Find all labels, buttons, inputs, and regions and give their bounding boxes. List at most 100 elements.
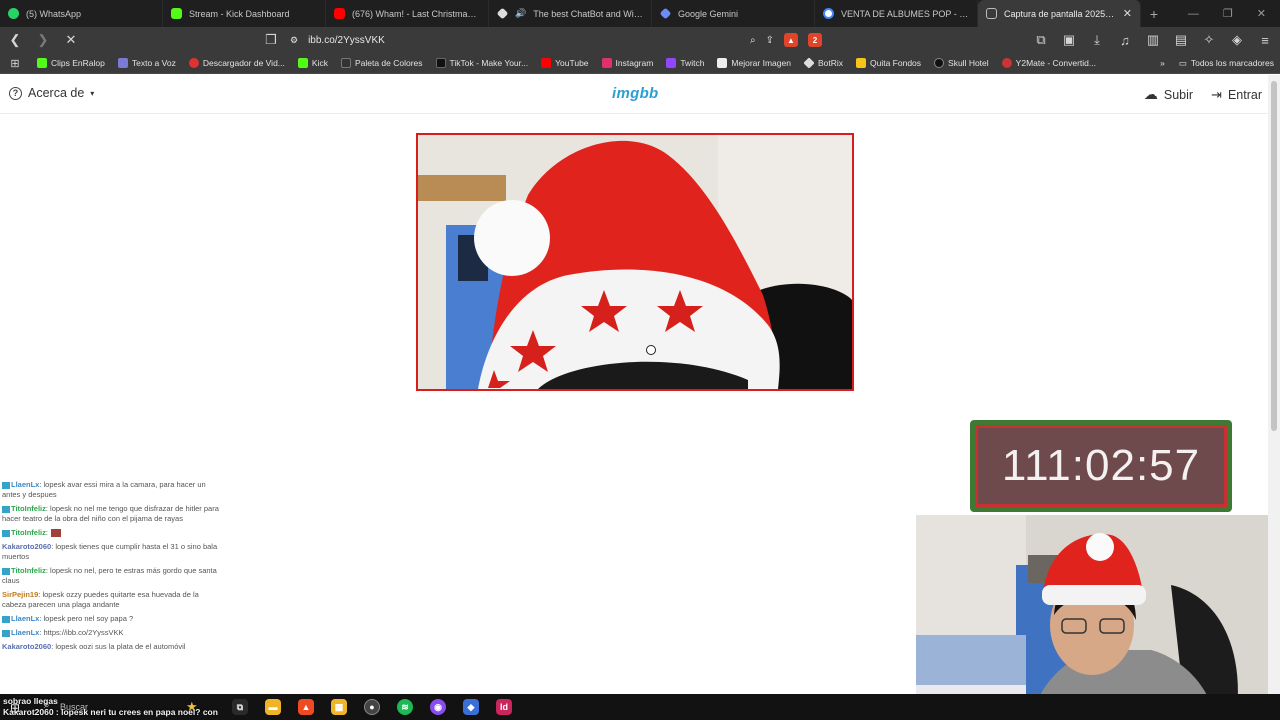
new-tab-button[interactable]: + — [1141, 0, 1167, 27]
forward-button[interactable]: ❯ — [34, 31, 52, 49]
screenshot-icon[interactable]: ▣ — [1060, 31, 1078, 49]
bookmark-item[interactable]: Skull Hotel — [934, 58, 989, 68]
file-explorer-icon[interactable]: ▬ — [265, 699, 281, 715]
page-scrollbar[interactable] — [1268, 75, 1280, 720]
bookmark-item[interactable]: Y2Mate - Convertid... — [1001, 58, 1096, 68]
brave-browser-icon[interactable]: ▲ — [298, 699, 314, 715]
tab-title: The best ChatBot and Widgets fo — [533, 8, 643, 19]
bookmarks-bar: ⊞ Clips EnRalop Texto a Voz Descargador … — [0, 53, 1280, 74]
chat-message: Kakaroto2060: lopesk oozi sus la plata d… — [2, 642, 186, 651]
bookmark-item[interactable]: Descargador de Vid... — [188, 58, 285, 68]
bookmark-item[interactable]: BotRix — [803, 57, 843, 69]
tab-title: VENTA DE ALBUMES POP - Buscar cc — [841, 8, 969, 19]
bookmark-label: BotRix — [817, 58, 843, 68]
address-bar[interactable]: ❒ ⚙ ibb.co/2YyssVKK ⌕ ⇪ ▲ 2 — [94, 29, 830, 51]
upload-button[interactable]: ☁ Subir — [1144, 86, 1193, 103]
tab-google-search[interactable]: VENTA DE ALBUMES POP - Buscar cc — [815, 0, 978, 27]
sidebar-icon[interactable]: ▥ — [1144, 31, 1162, 49]
tab-title: Google Gemini — [678, 8, 739, 19]
bookmark-favicon — [188, 58, 199, 68]
vpn-icon[interactable]: ◈ — [1228, 31, 1246, 49]
bookmark-item[interactable]: Clips EnRalop — [37, 58, 105, 68]
webcam-feed — [916, 515, 1268, 720]
stop-loading-button[interactable]: ✕ — [62, 31, 80, 49]
image-viewer[interactable] — [416, 133, 854, 391]
chat-message: Kakaroto2060: lopesk tienes que cumplir … — [2, 542, 218, 561]
cloud-upload-icon: ☁ — [1143, 86, 1158, 102]
header-actions: ☁ Subir ⇥ Entrar — [1144, 86, 1262, 103]
tab-title: (676) Wham! - Last Christmas (Offici — [352, 8, 480, 19]
indesign-icon[interactable]: Id — [496, 699, 512, 715]
site-info-icon[interactable]: ⚙ — [290, 35, 298, 46]
browser-toolbar: ❮ ❯ ✕ ❒ ⚙ ibb.co/2YyssVKK ⌕ ⇪ ▲ 2 ⧉ ▣ ⤓ … — [0, 27, 1280, 53]
close-tab-icon[interactable]: ✕ — [1123, 7, 1132, 20]
bookmark-icon[interactable]: ❒ — [262, 31, 280, 49]
back-button[interactable]: ❮ — [6, 31, 24, 49]
webcam-overlay — [916, 515, 1268, 720]
bookmark-item[interactable]: Mejorar Imagen — [717, 58, 791, 68]
wallet-icon[interactable]: ▤ — [1172, 31, 1190, 49]
bookmark-label: Instagram — [615, 58, 654, 68]
brave-shields-icon[interactable]: ▲ — [784, 33, 798, 47]
bookmark-label: Skull Hotel — [948, 58, 989, 68]
downloads-icon[interactable]: ⤓ — [1088, 31, 1106, 49]
site-header: ? Acerca de ▾ imgbb ☁ Subir ⇥ Entrar — [0, 75, 1268, 114]
share-icon[interactable]: ⇪ — [766, 35, 774, 46]
task-view-icon[interactable]: ⧉ — [232, 699, 248, 715]
chat-message: TitoInfeliz: — [2, 528, 225, 538]
leo-ai-icon[interactable]: ✧ — [1200, 31, 1218, 49]
bookmark-item[interactable]: Texto a Voz — [117, 58, 176, 68]
minimize-icon[interactable]: — — [1188, 8, 1199, 20]
login-button[interactable]: ⇥ Entrar — [1211, 86, 1262, 103]
bookmark-item[interactable]: Kick — [297, 58, 328, 68]
bookmark-item[interactable]: Paleta de Colores — [340, 58, 423, 68]
sign-in-icon: ⇥ — [1211, 86, 1222, 102]
discord-icon[interactable]: ◉ — [430, 699, 446, 715]
tab-google-gemini[interactable]: Google Gemini — [652, 0, 815, 27]
notes-icon[interactable]: ▦ — [331, 699, 347, 715]
all-bookmarks-folder[interactable]: ▭ Todos los marcadores — [1179, 58, 1274, 69]
bookmark-label: Paleta de Colores — [354, 58, 423, 68]
maximize-icon[interactable]: ❐ — [1223, 7, 1233, 20]
caret-down-icon: ▾ — [90, 88, 95, 98]
tab-kick-dashboard[interactable]: Stream - Kick Dashboard — [163, 0, 326, 27]
link-icon — [986, 8, 997, 19]
apps-grid-icon[interactable]: ⊞ — [6, 54, 24, 72]
bookmark-item[interactable]: Instagram — [601, 58, 654, 68]
bookmark-item[interactable]: TikTok - Make Your... — [435, 58, 528, 68]
brave-rewards-icon[interactable]: 2 — [808, 33, 822, 47]
tab-captura-active[interactable]: Captura de pantalla 2025 12 14 ✕ — [978, 0, 1141, 27]
chat-message: TitoInfeliz: lopesk no nel, pero te estr… — [2, 566, 217, 585]
window-controls: — ❐ ✕ — [1188, 0, 1280, 27]
bookmark-label: Twitch — [680, 58, 705, 68]
close-window-icon[interactable]: ✕ — [1257, 7, 1266, 20]
desktop-screen: (5) WhatsApp Stream - Kick Dashboard (67… — [0, 0, 1280, 720]
instagram-icon — [601, 58, 612, 68]
site-logo[interactable]: imgbb — [612, 85, 659, 102]
about-menu[interactable]: ? Acerca de ▾ — [9, 86, 94, 100]
scrollbar-thumb[interactable] — [1271, 81, 1277, 431]
tab-youtube-last-christmas[interactable]: (676) Wham! - Last Christmas (Offici — [326, 0, 489, 27]
tab-whatsapp[interactable]: (5) WhatsApp — [0, 0, 163, 27]
bookmark-label: Texto a Voz — [131, 58, 176, 68]
chat-message: LlaenLx: lopesk pero nel soy papa ? — [2, 614, 225, 624]
more-bookmarks-icon[interactable]: » — [1160, 58, 1165, 68]
bookmark-item[interactable]: YouTube — [541, 58, 589, 68]
bookmark-item[interactable]: Quita Fondos — [856, 58, 921, 68]
chat-message: TitoInfeliz: lopesk no nel me tengo que … — [2, 504, 219, 523]
web-page: ? Acerca de ▾ imgbb ☁ Subir ⇥ Entrar Lla… — [0, 75, 1268, 720]
spotify-icon[interactable]: ≋ — [397, 699, 413, 715]
bookmark-favicon — [717, 58, 728, 68]
youtube-icon — [334, 8, 345, 19]
twitch-icon — [666, 58, 677, 68]
extensions-icon[interactable]: ⧉ — [1032, 31, 1050, 49]
tab-chatbot-widgets[interactable]: 🔊 The best ChatBot and Widgets fo — [489, 0, 652, 27]
bookmark-favicon — [37, 58, 47, 68]
menu-icon[interactable]: ≡ — [1256, 31, 1274, 49]
obs-icon[interactable]: ● — [364, 699, 380, 715]
zoom-icon[interactable]: ⌕ — [750, 35, 756, 46]
app-icon[interactable]: ◆ — [463, 699, 479, 715]
url-text[interactable]: ibb.co/2YyssVKK — [308, 35, 740, 46]
bookmark-item[interactable]: Twitch — [666, 58, 704, 68]
media-icon[interactable]: ♫ — [1116, 31, 1134, 49]
